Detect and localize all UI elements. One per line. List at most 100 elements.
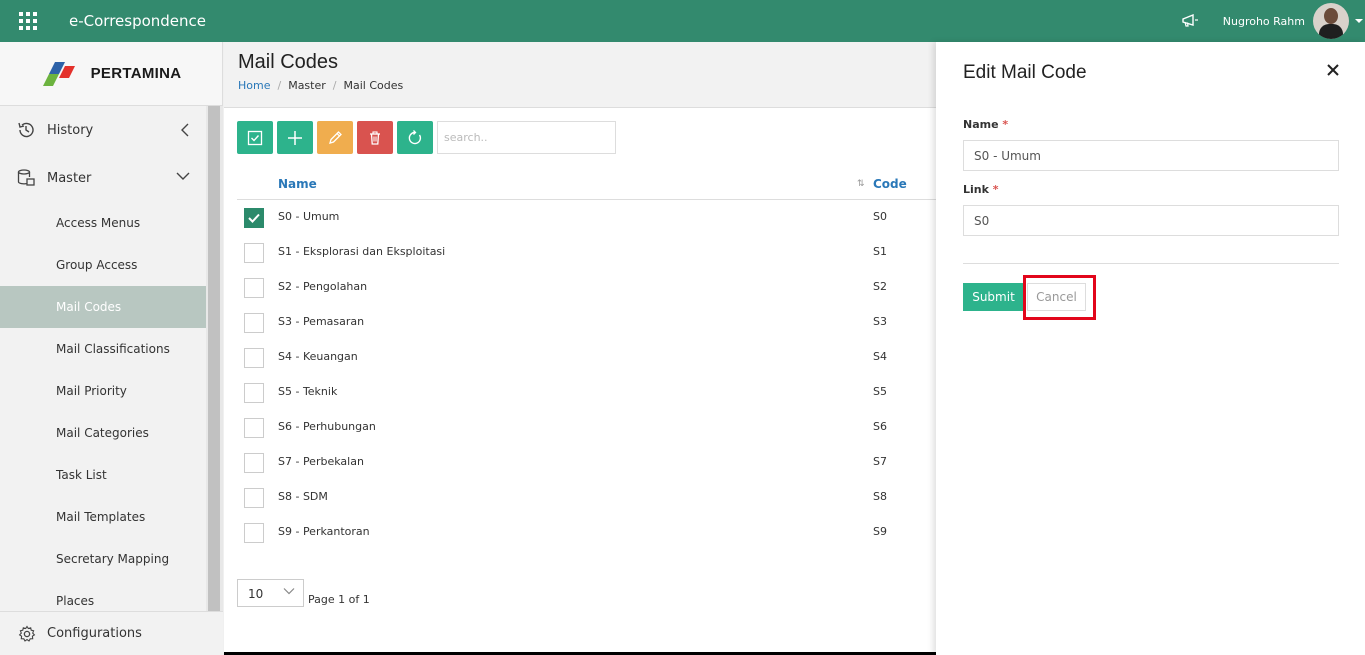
main-content: Mail Codes Home / Master / Mail Codes se… [224,42,936,655]
cell-name: S4 - Keuangan [278,350,358,363]
row-checkbox[interactable] [244,313,264,333]
row-checkbox[interactable] [244,383,264,403]
sidebar-item-history[interactable]: History [0,106,206,154]
toolbar [237,121,616,154]
pertamina-logo-icon [42,61,75,86]
link-label: Link * [963,183,999,196]
table-row[interactable]: S5 - Teknik S5 [237,375,936,410]
table-header: Name ⇅ Code [237,169,936,200]
sidebar-item-mail-classifications[interactable]: Mail Classifications [0,328,206,370]
row-checkbox[interactable] [244,348,264,368]
page-title: Mail Codes [238,51,339,73]
page-header: Mail Codes Home / Master / Mail Codes [224,42,936,108]
row-checkbox[interactable] [244,243,264,263]
cell-code: S3 [873,315,887,328]
user-menu-caret-icon[interactable] [1355,19,1363,23]
breadcrumb-home[interactable]: Home [238,79,270,92]
cell-name: S6 - Perhubungan [278,420,376,433]
chevron-down-icon [283,588,295,595]
database-icon [17,169,35,186]
sidebar-item-configurations[interactable]: Configurations [0,611,223,655]
sidebar: PERTAMINA History Master Access Menus Gr… [0,42,223,655]
sort-icon[interactable]: ⇅ [857,179,865,189]
breadcrumb-master[interactable]: Master [288,79,326,92]
table-row[interactable]: S0 - Umum S0 [237,200,936,235]
row-checkbox[interactable] [244,523,264,543]
table-row[interactable]: S9 - Perkantoran S9 [237,515,936,550]
sidebar-scrollbar[interactable] [206,106,223,611]
sidebar-item-mail-codes[interactable]: Mail Codes [0,286,206,328]
cell-code: S7 [873,455,887,468]
sidebar-item-label: Master [47,170,92,186]
history-icon [18,122,34,138]
table-row[interactable]: S1 - Eksplorasi dan Eksploitasi S1 [237,235,936,270]
table-row[interactable]: S3 - Pemasaran S3 [237,305,936,340]
sidebar-item-master[interactable]: Master [0,154,206,202]
page-size-value: 10 [248,587,264,601]
app-title: e-Correspondence [69,12,207,30]
table-row[interactable]: S7 - Perbekalan S7 [237,445,936,480]
edit-button[interactable] [317,121,353,154]
search-input[interactable] [437,121,616,154]
sidebar-item-mail-categories[interactable]: Mail Categories [0,412,206,454]
sidebar-item-mail-templates[interactable]: Mail Templates [0,496,206,538]
close-icon[interactable] [1327,64,1339,76]
required-mark: * [1002,118,1009,131]
cell-code: S1 [873,245,887,258]
cancel-highlight-box [1023,275,1096,320]
cell-code: S2 [873,280,887,293]
name-label: Name * [963,118,1009,131]
submit-button[interactable]: Submit [963,283,1024,311]
cell-name: S3 - Pemasaran [278,315,365,328]
avatar[interactable] [1313,3,1349,39]
cell-name: S5 - Teknik [278,385,338,398]
chevron-left-icon [181,123,189,137]
gear-icon [18,624,36,642]
required-mark: * [992,183,999,196]
top-bar: e-Correspondence Nugroho Rahm [0,0,1365,42]
cell-code: S8 [873,490,887,503]
row-checkbox[interactable] [244,418,264,438]
grid-icon [19,12,37,30]
sidebar-item-label: Configurations [47,626,142,641]
mail-codes-table: Name ⇅ Code S0 - Umum S0 S1 - Eksplorasi… [237,169,936,550]
row-checkbox[interactable] [244,208,264,228]
select-all-icon [247,130,263,145]
brand-logo: PERTAMINA [0,42,222,106]
sidebar-item-secretary-mapping[interactable]: Secretary Mapping [0,538,206,580]
megaphone-icon[interactable] [1181,14,1199,28]
row-checkbox[interactable] [244,488,264,508]
refresh-button[interactable] [397,121,433,154]
column-header-name[interactable]: Name [278,177,317,191]
user-name[interactable]: Nugroho Rahm [1223,15,1305,28]
cell-name: S9 - Perkantoran [278,525,370,538]
breadcrumb-current: Mail Codes [343,79,404,92]
sidebar-item-task-list[interactable]: Task List [0,454,206,496]
select-all-button[interactable] [237,121,273,154]
sidebar-item-access-menus[interactable]: Access Menus [0,202,206,244]
sidebar-item-label: History [47,122,94,138]
page-size-select[interactable]: 10 [237,579,304,607]
checkmark-icon [248,213,260,223]
column-header-code[interactable]: Code [873,177,907,191]
sidebar-item-group-access[interactable]: Group Access [0,244,206,286]
table-row[interactable]: S6 - Perhubungan S6 [237,410,936,445]
row-checkbox[interactable] [244,453,264,473]
add-icon [288,130,302,145]
sidebar-item-mail-priority[interactable]: Mail Priority [0,370,206,412]
brand-name: PERTAMINA [90,65,182,82]
name-field[interactable] [963,140,1339,171]
breadcrumb: Home / Master / Mail Codes [238,79,404,92]
table-row[interactable]: S8 - SDM S8 [237,480,936,515]
pagination: 10 Page 1 of 1 [237,579,370,607]
add-button[interactable] [277,121,313,154]
link-field[interactable] [963,205,1339,236]
cell-code: S4 [873,350,887,363]
delete-button[interactable] [357,121,393,154]
app-launcher-button[interactable] [0,0,56,42]
cell-code: S9 [873,525,887,538]
table-row[interactable]: S2 - Pengolahan S2 [237,270,936,305]
row-checkbox[interactable] [244,278,264,298]
table-row[interactable]: S4 - Keuangan S4 [237,340,936,375]
edit-mail-code-panel: Edit Mail Code Name * Link * Submit Canc… [936,42,1365,655]
